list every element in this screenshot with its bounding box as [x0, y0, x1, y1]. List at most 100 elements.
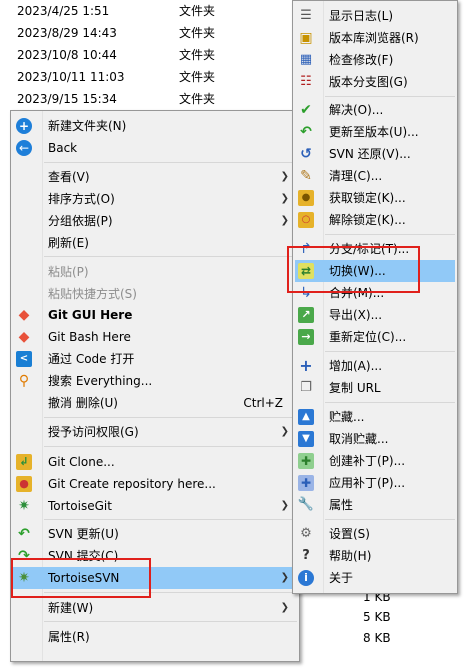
menu-item-get-lock[interactable]: ● 获取锁定(K)...: [295, 187, 455, 209]
menu-item-add[interactable]: + 增加(A)...: [295, 355, 455, 377]
menu-item-label: 创建补丁(P)...: [329, 454, 406, 468]
menu-item-check-modifications[interactable]: ▦ 检查修改(F): [295, 49, 455, 71]
check-modifications-icon: ▦: [299, 52, 313, 67]
menu-item-git-clone[interactable]: ↲ Git Clone...: [13, 451, 297, 473]
menu-item-label: Git Clone...: [48, 455, 115, 469]
tortoisegit-icon: ✷: [18, 498, 30, 514]
repo-browser-icon: ▣: [299, 30, 313, 46]
menu-item-label: 属性(R): [48, 630, 90, 644]
menu-item-unshelve[interactable]: ▼ 取消贮藏...: [295, 428, 455, 450]
menu-item-label: 分组依据(P): [48, 214, 113, 228]
svn-update-icon: ↶: [18, 526, 30, 542]
menu-item-back[interactable]: ← Back: [13, 137, 297, 159]
file-type: 文件夹: [179, 26, 216, 40]
menu-item-shelve[interactable]: ▲ 贮藏...: [295, 406, 455, 428]
menu-item-label: 复制 URL: [329, 381, 381, 395]
menu-item-git-gui[interactable]: ◆ Git GUI Here: [13, 304, 297, 326]
menu-item-label: 新建(W): [48, 601, 94, 615]
menu-item-about[interactable]: i 关于: [295, 567, 455, 589]
menu-item-release-lock[interactable]: ○ 解除锁定(K)...: [295, 209, 455, 231]
menu-item-label: 更新至版本(U)...: [329, 125, 419, 139]
menu-item-label: 查看(V): [48, 170, 90, 184]
menu-item-settings[interactable]: ⚙ 设置(S): [295, 523, 455, 545]
menu-separator: [44, 162, 297, 163]
menu-item-relocate[interactable]: → 重新定位(C)...: [295, 326, 455, 348]
get-lock-icon: ●: [298, 190, 314, 206]
file-type: 文件夹: [179, 48, 216, 62]
annotation-box-switch: [287, 246, 420, 293]
everything-search-icon: ⚲: [18, 373, 30, 389]
menu-item-undo-delete[interactable]: 撤消 删除(U) Ctrl+Z: [13, 392, 297, 414]
git-bash-icon: ◆: [18, 329, 30, 345]
menu-separator: [44, 417, 297, 418]
menu-item-revision-graph[interactable]: ☷ 版本分支图(G): [295, 71, 455, 93]
menu-item-label: 重新定位(C)...: [329, 330, 407, 344]
relocate-icon: →: [298, 329, 314, 345]
menu-item-cleanup[interactable]: ✎ 清理(C)...: [295, 165, 455, 187]
menu-item-paste[interactable]: 粘贴(P): [13, 261, 297, 283]
menu-item-label: 显示日志(L): [329, 9, 394, 23]
file-type: 文件夹: [179, 92, 216, 106]
menu-item-label: 贮藏...: [329, 410, 365, 424]
show-log-icon: ☰: [300, 8, 312, 23]
menu-item-git-create-repo[interactable]: ● Git Create repository here...: [13, 473, 297, 495]
menu-item-repo-browser[interactable]: ▣ 版本库浏览器(R): [295, 27, 455, 49]
new-folder-icon: +: [16, 118, 32, 134]
menu-item-label: 解除锁定(K)...: [329, 213, 406, 227]
menu-item-help[interactable]: ? 帮助(H): [295, 545, 455, 567]
menu-item-git-bash[interactable]: ◆ Git Bash Here: [13, 326, 297, 348]
menu-separator: [325, 96, 455, 97]
menu-item-open-with-code[interactable]: < 通过 Code 打开: [13, 348, 297, 370]
menu-item-label: Git GUI Here: [48, 308, 133, 322]
menu-item-update-to-revision[interactable]: ↶ 更新至版本(U)...: [295, 121, 455, 143]
properties-icon: 🔧: [297, 497, 315, 512]
tortoisesvn-submenu: ☰ 显示日志(L) ▣ 版本库浏览器(R) ▦ 检查修改(F) ☷ 版本分支图(…: [292, 0, 458, 594]
help-icon: ?: [302, 548, 310, 563]
menu-separator: [325, 519, 455, 520]
menu-item-label: 获取锁定(K)...: [329, 191, 406, 205]
menu-item-create-patch[interactable]: ✚ 创建补丁(P)...: [295, 450, 455, 472]
menu-item-label: 属性: [329, 498, 354, 512]
menu-item-paste-shortcut[interactable]: 粘贴快捷方式(S): [13, 283, 297, 305]
menu-item-label: TortoiseGit: [48, 499, 112, 513]
menu-item-refresh[interactable]: 刷新(E): [13, 232, 297, 254]
menu-separator: [44, 519, 297, 520]
menu-item-grant-access[interactable]: 授予访问权限(G) ❯: [13, 421, 297, 443]
menu-item-copy-url[interactable]: ❐ 复制 URL: [295, 377, 455, 399]
shelve-icon: ▲: [298, 409, 314, 425]
menu-item-group-by[interactable]: 分组依据(P) ❯: [13, 210, 297, 232]
menu-item-label: 增加(A)...: [329, 359, 383, 373]
annotation-box-tortoisesvn: [11, 558, 151, 598]
menu-item-label: 取消贮藏...: [329, 432, 389, 446]
resolve-icon: ✔: [300, 102, 312, 118]
menu-item-tortoisegit[interactable]: ✷ TortoiseGit ❯: [13, 495, 297, 517]
menu-item-apply-patch[interactable]: ✚ 应用补丁(P)...: [295, 472, 455, 494]
menu-item-svn-update[interactable]: ↶ SVN 更新(U): [13, 523, 297, 545]
menu-item-label: 粘贴(P): [48, 265, 89, 279]
menu-item-revert[interactable]: ↺ SVN 还原(V)...: [295, 143, 455, 165]
menu-item-label: 解决(O)...: [329, 103, 384, 117]
menu-item-properties[interactable]: 属性(R): [13, 626, 297, 648]
menu-item-view[interactable]: 查看(V) ❯: [13, 166, 297, 188]
file-date: 2023/10/11 11:03: [17, 70, 125, 84]
export-icon: ↗: [298, 307, 314, 323]
menu-item-label: 清理(C)...: [329, 169, 383, 183]
menu-item-label: 应用补丁(P)...: [329, 476, 406, 490]
apply-patch-icon: ✚: [298, 475, 314, 491]
menu-item-new[interactable]: 新建(W) ❯: [13, 597, 297, 619]
menu-item-search-everything[interactable]: ⚲ 搜索 Everything...: [13, 370, 297, 392]
menu-item-label: 帮助(H): [329, 549, 372, 563]
menu-item-export[interactable]: ↗ 导出(X)...: [295, 304, 455, 326]
menu-item-label: SVN 还原(V)...: [329, 147, 411, 161]
menu-item-new-folder[interactable]: + 新建文件夹(N): [13, 115, 297, 137]
file-date: 2023/9/15 15:34: [17, 92, 117, 106]
menu-item-label: 刷新(E): [48, 236, 89, 250]
menu-item-resolve[interactable]: ✔ 解决(O)...: [295, 99, 455, 121]
chevron-right-icon: ❯: [280, 426, 289, 437]
menu-item-sort-by[interactable]: 排序方式(O) ❯: [13, 188, 297, 210]
menu-item-svn-properties[interactable]: 🔧 属性: [295, 494, 455, 516]
file-type: 文件夹: [179, 70, 216, 84]
menu-item-show-log[interactable]: ☰ 显示日志(L): [295, 5, 455, 27]
add-icon: +: [299, 356, 313, 375]
menu-item-label: Git Create repository here...: [48, 477, 216, 491]
